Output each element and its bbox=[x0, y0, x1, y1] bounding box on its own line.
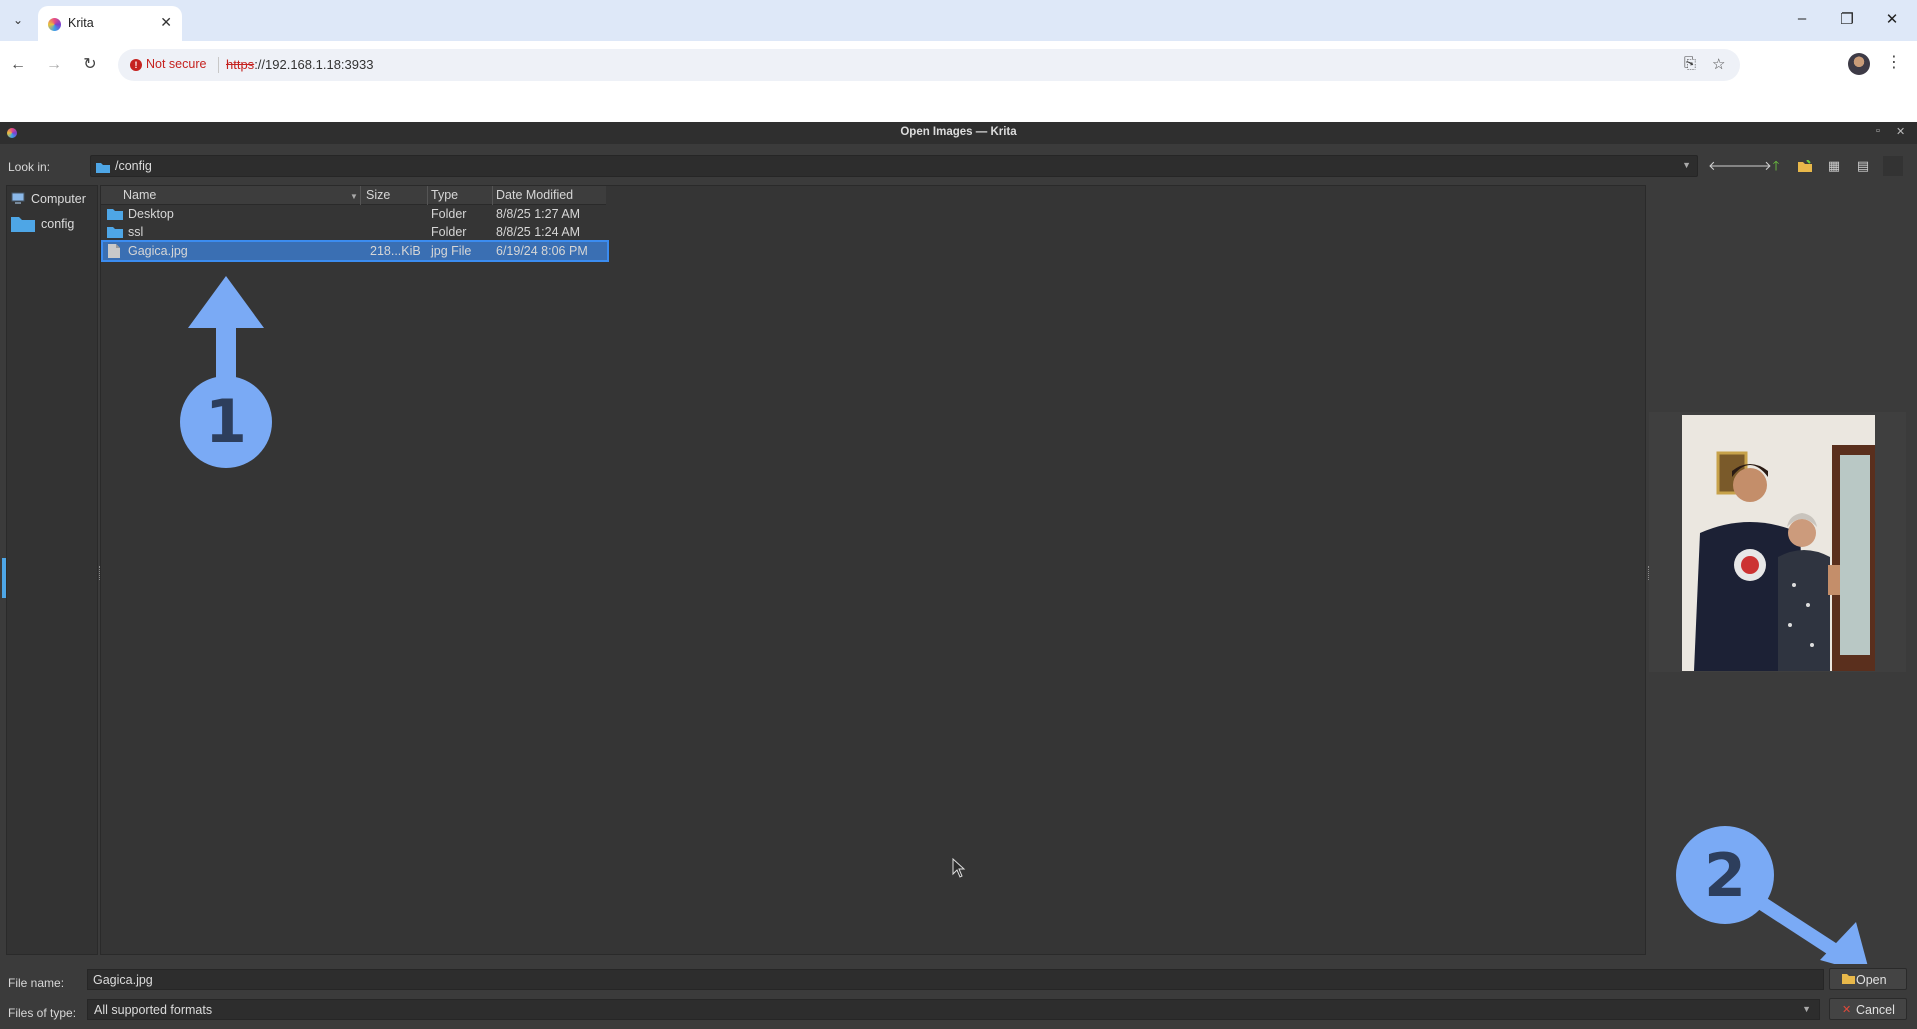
url-host: ://192.168.1.18:3933 bbox=[254, 57, 374, 72]
file-list[interactable]: Name ▼ Size Type Date Modified Desktop F… bbox=[100, 185, 1646, 955]
maximize-icon[interactable]: ▫ bbox=[1876, 125, 1880, 137]
file-type: jpg File bbox=[431, 244, 472, 258]
look-in-combo[interactable]: /config ▼ bbox=[90, 155, 1698, 177]
file-name-label: File name: bbox=[8, 976, 65, 990]
profile-avatar[interactable] bbox=[1848, 53, 1870, 75]
open-button[interactable]: Open bbox=[1829, 968, 1907, 990]
file-name: Gagica.jpg bbox=[128, 244, 188, 258]
file-icon bbox=[108, 244, 120, 258]
not-secure-label[interactable]: Not secure bbox=[146, 57, 206, 71]
cancel-x-icon: ✕ bbox=[1842, 1004, 1852, 1016]
bookmark-star-icon[interactable]: ☆ bbox=[1712, 55, 1725, 73]
annotation-arrow-up bbox=[188, 276, 264, 382]
dialog-titlebar: Open Images — Krita ▫ ✕ bbox=[0, 122, 1917, 144]
detail-view-icon[interactable]: ▤ bbox=[1853, 156, 1873, 176]
tab-search-dropdown-icon[interactable]: ⌄ bbox=[6, 8, 30, 32]
cancel-button-label: Cancel bbox=[1856, 1003, 1895, 1017]
not-secure-icon: ! bbox=[130, 59, 142, 71]
file-row-ssl[interactable]: ssl Folder 8/8/25 1:24 AM bbox=[101, 223, 611, 241]
browser-tab-strip: ⌄ Krita ✕ – ❐ ✕ bbox=[0, 0, 1917, 41]
file-row-desktop[interactable]: Desktop Folder 8/8/25 1:27 AM bbox=[101, 205, 611, 223]
sidebar-item-computer[interactable]: Computer bbox=[11, 192, 86, 207]
annotation-label-1: 1 bbox=[205, 387, 247, 457]
file-name: ssl bbox=[128, 225, 144, 239]
file-size: 218...KiB bbox=[370, 244, 421, 258]
sidebar-item-label: config bbox=[41, 216, 75, 231]
file-type: Folder bbox=[431, 207, 467, 221]
browser-menu-icon[interactable]: ⋮ bbox=[1886, 52, 1902, 72]
tab-close-icon[interactable]: ✕ bbox=[160, 14, 172, 31]
browser-tab[interactable]: Krita ✕ bbox=[38, 6, 182, 41]
dialog-close-icon[interactable]: ✕ bbox=[1896, 125, 1905, 138]
folder-icon bbox=[107, 227, 123, 238]
tab-title: Krita bbox=[68, 16, 94, 30]
open-images-dialog: Open Images — Krita ▫ ✕ Look in: /config… bbox=[0, 122, 1917, 1029]
reload-icon[interactable]: ↻ bbox=[78, 53, 102, 77]
minimize-icon[interactable]: – bbox=[1792, 10, 1812, 27]
look-in-value: /config bbox=[115, 159, 152, 173]
file-list-header: Name ▼ Size Type Date Modified bbox=[101, 186, 606, 205]
places-sidebar: Computer config bbox=[6, 185, 98, 955]
column-header-size[interactable]: Size bbox=[366, 188, 390, 205]
url-scheme: https bbox=[226, 57, 255, 72]
file-name-input[interactable] bbox=[88, 970, 1823, 989]
url-text[interactable]: https://192.168.1.18:3933 bbox=[226, 57, 373, 72]
file-modified: 8/8/25 1:27 AM bbox=[496, 207, 581, 221]
annotation-step-1: 1 bbox=[180, 276, 272, 468]
folder-icon bbox=[107, 209, 123, 220]
look-in-label: Look in: bbox=[8, 160, 51, 174]
column-header-date-modified[interactable]: Date Modified bbox=[496, 188, 573, 205]
folder-icon bbox=[96, 163, 110, 173]
column-divider bbox=[492, 186, 493, 205]
back-arrow-icon[interactable]: 🡐 bbox=[1708, 156, 1743, 176]
mouse-cursor-icon bbox=[952, 858, 966, 878]
folder-open-icon bbox=[1842, 973, 1855, 987]
krita-favicon-icon bbox=[48, 18, 61, 31]
chevron-down-icon: ▼ bbox=[1682, 160, 1691, 170]
folder-icon bbox=[11, 214, 35, 235]
file-modified: 6/19/24 8:06 PM bbox=[496, 244, 588, 258]
column-divider bbox=[360, 186, 361, 205]
file-name: Desktop bbox=[128, 207, 174, 221]
file-row-gagica[interactable]: Gagica.jpg 218...KiB jpg File 6/19/24 8:… bbox=[101, 240, 609, 262]
sidebar-resize-accent[interactable] bbox=[2, 558, 6, 598]
chevron-down-icon: ▼ bbox=[1802, 1004, 1811, 1014]
image-preview bbox=[1682, 415, 1875, 671]
save-page-icon[interactable]: ⎘ bbox=[1684, 55, 1696, 72]
restore-icon[interactable]: ❐ bbox=[1837, 10, 1857, 28]
file-type-label: Files of type: bbox=[8, 1006, 77, 1020]
parent-directory-icon[interactable]: 🡑 bbox=[1766, 156, 1786, 176]
image-preview-panel bbox=[1649, 412, 1906, 672]
new-folder-icon[interactable] bbox=[1795, 156, 1815, 176]
annotation-step-2: 2 bbox=[1676, 826, 1868, 964]
file-type: Folder bbox=[431, 225, 467, 239]
column-header-type[interactable]: Type bbox=[431, 188, 458, 205]
preview-toggle-icon[interactable] bbox=[1883, 156, 1903, 176]
computer-icon bbox=[11, 192, 25, 207]
list-view-icon[interactable]: ▦ bbox=[1824, 156, 1844, 176]
divider bbox=[218, 57, 219, 73]
window-close-icon[interactable]: ✕ bbox=[1882, 10, 1902, 28]
file-modified: 8/8/25 1:24 AM bbox=[496, 225, 581, 239]
cancel-button[interactable]: ✕ Cancel bbox=[1829, 998, 1907, 1020]
sidebar-item-config[interactable]: config bbox=[11, 214, 74, 235]
back-icon[interactable]: ← bbox=[6, 53, 30, 77]
file-type-value: All supported formats bbox=[94, 1003, 213, 1017]
sort-descending-icon: ▼ bbox=[350, 192, 358, 201]
dialog-title: Open Images — Krita bbox=[900, 126, 1017, 138]
forward-arrow-icon[interactable]: 🡒 bbox=[1737, 156, 1772, 176]
column-divider bbox=[427, 186, 428, 205]
annotation-arrow-shaft bbox=[1756, 896, 1844, 960]
address-bar[interactable]: ! Not secure https://192.168.1.18:3933 ⎘… bbox=[118, 49, 1740, 81]
file-type-combo[interactable]: All supported formats ▼ bbox=[87, 999, 1820, 1020]
annotation-label-2: 2 bbox=[1704, 841, 1746, 911]
file-name-field[interactable] bbox=[87, 969, 1824, 990]
column-header-name[interactable]: Name bbox=[123, 188, 156, 205]
forward-icon[interactable]: → bbox=[42, 53, 66, 77]
open-button-label: Open bbox=[1856, 973, 1887, 987]
browser-toolbar: ← → ↻ ! Not secure https://192.168.1.18:… bbox=[0, 41, 1917, 122]
sidebar-item-label: Computer bbox=[31, 192, 86, 206]
